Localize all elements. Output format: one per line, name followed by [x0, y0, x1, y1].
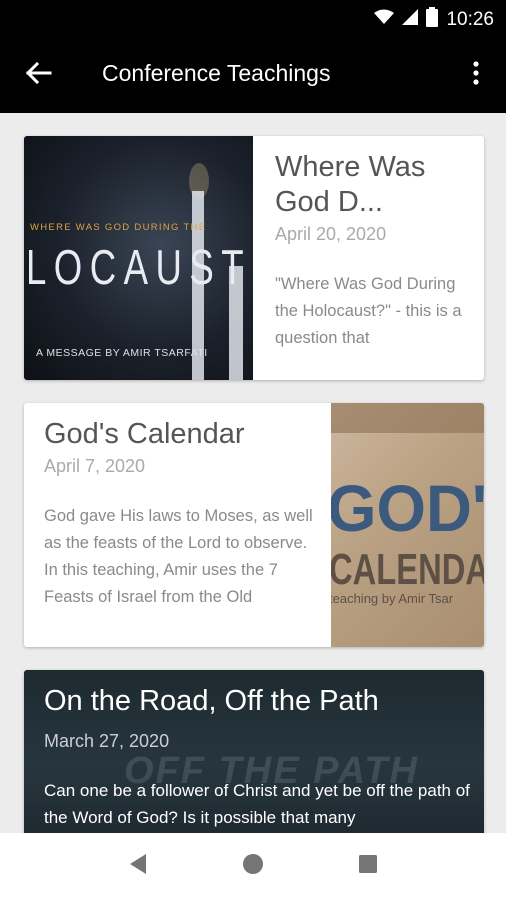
status-time: 10:26	[446, 8, 494, 30]
thumbnail-line3-text: teaching by Amir Tsar	[331, 591, 454, 606]
card-date: April 7, 2020	[44, 456, 146, 476]
card-thumbnail: WHERE WAS GOD DURING THE LOCAUST A MESSA…	[24, 136, 253, 380]
thumbnail-line2-text: CALENDA	[331, 545, 484, 594]
nav-home-button[interactable]	[233, 847, 273, 887]
nav-recents-button[interactable]	[348, 847, 388, 887]
card-date: April 20, 2020	[275, 224, 387, 244]
home-circle-icon	[242, 853, 264, 880]
status-bar: 10:26	[0, 0, 506, 36]
thumbnail-line1-text: GOD'	[331, 471, 484, 545]
back-button[interactable]	[22, 58, 56, 92]
app-bar: Conference Teachings	[0, 36, 506, 113]
thumbnail-line1-text: WHERE WAS GOD DURING THE	[30, 222, 206, 233]
card-title: On the Road, Off the Path	[44, 685, 379, 717]
card-excerpt: "Where Was God During the Holocaust?" - …	[275, 275, 462, 347]
more-options-button[interactable]	[462, 58, 490, 92]
back-triangle-icon	[128, 853, 148, 880]
card-excerpt: Can one be a follower of Christ and yet …	[44, 781, 470, 827]
thumbnail-line3-text: A MESSAGE BY AMIR TSARFATI	[36, 347, 208, 359]
teaching-card[interactable]: WHERE WAS GOD DURING THE LOCAUST A MESSA…	[24, 136, 484, 380]
wifi-icon	[374, 9, 395, 30]
nav-back-button[interactable]	[118, 847, 158, 887]
battery-icon	[426, 7, 439, 32]
thumbnail-line2-text: LOCAUST	[26, 241, 251, 295]
arrow-back-icon	[25, 61, 52, 89]
card-thumbnail: GOD' CALENDA teaching by Amir Tsar	[331, 403, 484, 647]
teachings-list[interactable]: WHERE WAS GOD DURING THE LOCAUST A MESSA…	[0, 113, 506, 833]
more-vert-icon	[473, 60, 479, 90]
card-title: God's Calendar	[44, 418, 245, 450]
card-excerpt: God gave His laws to Moses, as well as t…	[44, 507, 313, 606]
navigation-bar	[0, 833, 506, 900]
card-title: Where Was God D...	[275, 151, 426, 218]
teaching-card[interactable]: God's Calendar April 7, 2020 God gave Hi…	[24, 403, 484, 647]
recents-square-icon	[358, 854, 378, 879]
teaching-card[interactable]: OFF THE PATH On the Road, Off the Path M…	[24, 670, 484, 833]
page-title: Conference Teachings	[102, 60, 331, 86]
card-date: March 27, 2020	[44, 731, 170, 751]
signal-icon	[402, 9, 419, 30]
